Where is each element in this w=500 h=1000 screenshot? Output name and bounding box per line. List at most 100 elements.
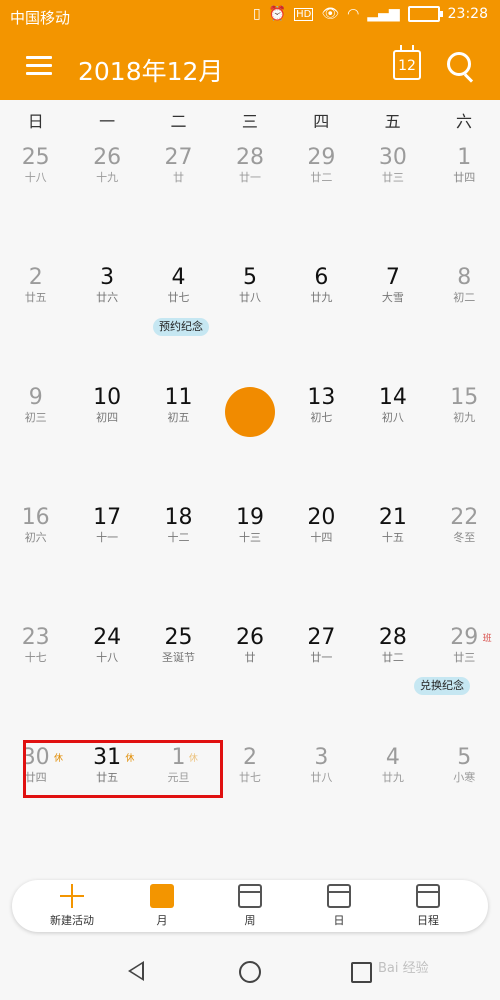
tab-day[interactable]: 日 [304, 884, 374, 928]
day-cell[interactable]: 3 廿六 [71, 265, 142, 305]
day-cell[interactable]: 28 廿二 [357, 625, 428, 665]
day-cell[interactable]: 25 十八 [0, 145, 71, 185]
weekday-thu: 四 [313, 112, 330, 131]
day-number: 25 [164, 625, 193, 650]
day-number: 8 [457, 265, 472, 290]
tab-week-label: 周 [244, 914, 256, 927]
lunar-date: 初三 [24, 411, 47, 424]
day-cell[interactable]: 18 十二 [143, 505, 214, 545]
carrier-label: 中国移动 [10, 9, 71, 27]
weekday-fri: 五 [384, 112, 401, 131]
day-number: 28 [378, 625, 407, 650]
day-cell[interactable]: 23 十七 [0, 625, 71, 665]
day-cell[interactable]: 27 廿一 [286, 625, 357, 665]
lunar-date: 廿四 [453, 171, 476, 184]
today-calendar-icon[interactable]: 12 [393, 45, 421, 80]
day-cell[interactable]: 24 十八 [71, 625, 142, 665]
day-cell[interactable]: 19 十三 [214, 505, 285, 545]
page-title[interactable]: 2018年12月 [78, 52, 223, 88]
lunar-date: 十一 [96, 531, 119, 544]
plus-icon [60, 884, 84, 908]
lunar-date: 初二 [453, 291, 476, 304]
app-bar: 2018年12月 12 [0, 36, 500, 100]
lunar-date: 廿八 [310, 771, 333, 784]
home-icon[interactable] [239, 961, 261, 983]
day-cell[interactable]: 16 初六 [0, 505, 71, 545]
day-cell[interactable]: 4 廿九 [357, 745, 428, 785]
lunar-date: 廿九 [310, 291, 333, 304]
day-cell[interactable]: 17 十一 [71, 505, 142, 545]
lunar-date: 小寒 [453, 771, 476, 784]
week-row: 25 十八 26 十九 27 廿 28 廿一 29 廿二 30 廿三 1 廿四 [0, 145, 500, 265]
bottom-nav: 新建活动 月 周 日 日程 [12, 880, 488, 932]
day-cell[interactable]: 5 廿八 [214, 265, 285, 305]
day-number: 2 [28, 265, 43, 290]
day-cell[interactable]: 1 廿四 [429, 145, 500, 185]
weekday-header: 日 一 二 三 四 五 六 [0, 108, 500, 138]
tab-day-label: 日 [333, 914, 345, 927]
back-icon[interactable] [128, 961, 144, 981]
day-cell[interactable]: 2 廿七 [214, 745, 285, 785]
day-cell[interactable]: 2 廿五 [0, 265, 71, 305]
day-cell[interactable]: 29 廿二 [286, 145, 357, 185]
day-cell[interactable]: 28 廿一 [214, 145, 285, 185]
day-cell[interactable]: 8 初二 [429, 265, 500, 305]
week-calendar-icon [238, 884, 262, 908]
day-cell[interactable]: 30 廿三 [357, 145, 428, 185]
day-cell[interactable]: 15 初九 [429, 385, 500, 425]
status-bar: 中国移动 ▯ ⏰ HD 👁 ◠ ▂▄▆ 23:28 [0, 0, 500, 34]
day-cell[interactable]: 27 廿 [143, 145, 214, 185]
day-cell[interactable]: 6 廿九 [286, 265, 357, 305]
day-number: 9 [28, 385, 43, 410]
lunar-date: 大雪 [381, 291, 404, 304]
day-cell[interactable]: 14 初八 [357, 385, 428, 425]
day-number: 4 [385, 745, 400, 770]
day-cell[interactable]: 22 冬至 [429, 505, 500, 545]
lunar-date: 廿三 [453, 651, 476, 664]
lunar-date: 廿一 [310, 651, 333, 664]
tab-month[interactable]: 月 [127, 884, 197, 928]
day-cell[interactable]: 21 十五 [357, 505, 428, 545]
day-cell[interactable]: 5 小寒 [429, 745, 500, 785]
day-cell[interactable]: 29 廿三班 [429, 625, 500, 665]
day-cell[interactable]: 7 大雪 [357, 265, 428, 305]
lunar-date: 廿五 [24, 291, 47, 304]
search-icon[interactable] [447, 52, 471, 76]
lunar-date: 廿三 [381, 171, 404, 184]
tab-schedule[interactable]: 日程 [393, 884, 463, 928]
day-number: 28 [235, 145, 264, 170]
weekday-wed: 三 [241, 112, 258, 131]
day-number: 24 [93, 625, 122, 650]
watermark: Bai 经验 [378, 961, 429, 976]
day-cell[interactable]: 9 初三 [0, 385, 71, 425]
day-cell[interactable]: 20 十四 [286, 505, 357, 545]
menu-icon[interactable] [26, 56, 52, 76]
day-cell[interactable]: 11 初五 [143, 385, 214, 425]
4g-signal-icon: ▂▄▆ [367, 6, 400, 22]
event-chip[interactable]: 兑换纪念 [414, 677, 470, 695]
tab-week[interactable]: 周 [215, 884, 285, 928]
day-cell[interactable]: 26 十九 [71, 145, 142, 185]
day-number: 21 [378, 505, 407, 530]
event-chip[interactable]: 预约纪念 [153, 318, 209, 336]
day-number: 22 [450, 505, 479, 530]
recent-apps-icon[interactable] [351, 962, 372, 983]
weekday-tue: 二 [170, 112, 187, 131]
new-event-button[interactable]: 新建活动 [37, 884, 107, 928]
weekday-sat: 六 [456, 112, 473, 131]
day-cell[interactable]: 4 廿七 [143, 265, 214, 305]
lunar-date: 初五 [167, 411, 190, 424]
alarm-icon: ⏰ [268, 6, 287, 22]
lunar-date: 廿 [244, 651, 256, 664]
day-number: 7 [385, 265, 400, 290]
day-cell[interactable]: 25 圣诞节 [143, 625, 214, 665]
lunar-date: 十三 [238, 531, 261, 544]
day-number: 26 [93, 145, 122, 170]
lunar-date: 十七 [24, 651, 47, 664]
day-cell[interactable]: 13 初七 [286, 385, 357, 425]
day-cell[interactable]: 26 廿 [214, 625, 285, 665]
lunar-date: 初九 [453, 411, 476, 424]
day-cell[interactable]: 10 初四 [71, 385, 142, 425]
day-number: 1 [457, 145, 472, 170]
day-cell[interactable]: 3 廿八 [286, 745, 357, 785]
